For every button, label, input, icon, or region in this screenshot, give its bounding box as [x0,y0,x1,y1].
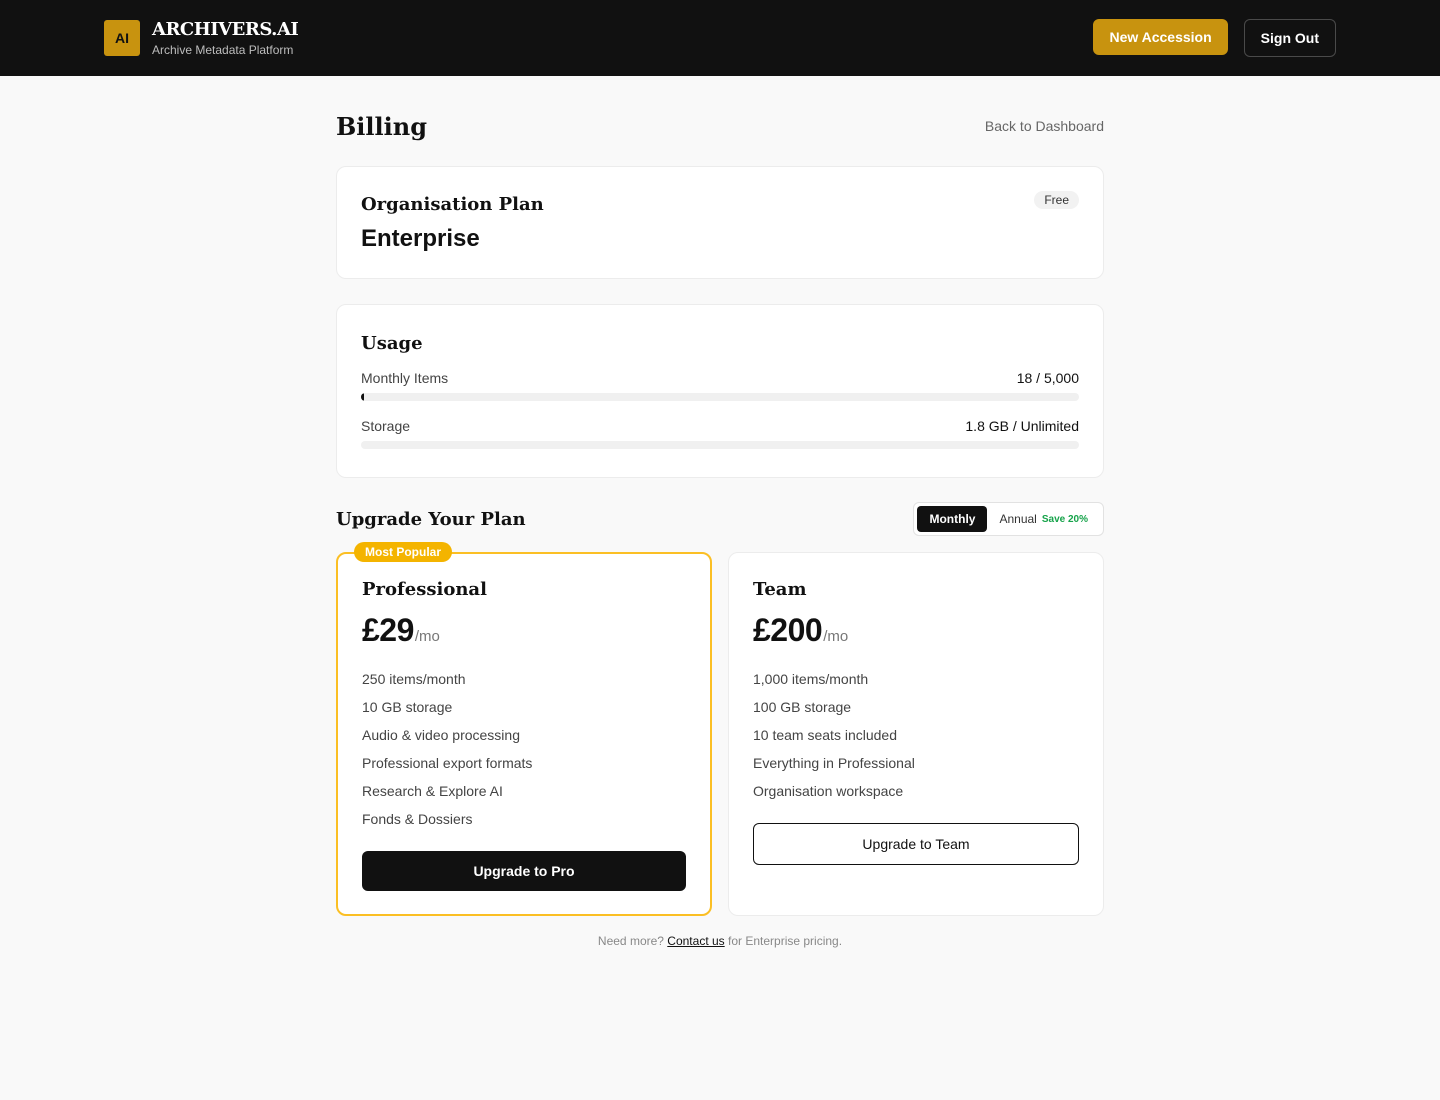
brand[interactable]: AI ARCHIVERS.AI Archive Metadata Platfor… [104,19,299,57]
upgrade-title: Upgrade Your Plan [336,508,526,530]
organisation-plan-card: Organisation Plan Enterprise Free [336,166,1104,279]
upgrade-to-pro-button[interactable]: Upgrade to Pro [362,851,686,891]
save-badge: Save 20% [1041,513,1088,525]
back-to-dashboard-link[interactable]: Back to Dashboard [985,118,1104,134]
monthly-items-progress-track [361,393,1079,401]
price-amount: £200 [753,612,823,648]
usage-value: 18 / 5,000 [1016,370,1079,386]
header-actions: New Accession Sign Out [1093,19,1336,57]
price-amount: £29 [362,612,414,648]
billing-main: Billing Back to Dashboard Organisation P… [336,76,1104,948]
feature-list: 250 items/month 10 GB storage Audio & vi… [362,665,686,833]
plan-price: £29 /mo [362,612,686,649]
contact-us-link[interactable]: Contact us [667,934,724,948]
feature-item: 1,000 items/month [753,671,869,687]
page-title: Billing [336,111,427,141]
plan-title: Team [753,579,807,600]
brand-subtitle: Archive Metadata Platform [152,43,294,57]
usage-card: Usage Monthly Items 18 / 5,000 Storage 1… [336,304,1104,478]
feature-list: 1,000 items/month 100 GB storage 10 team… [753,665,1079,805]
sign-out-button[interactable]: Sign Out [1243,19,1336,57]
usage-row-monthly-items: Monthly Items 18 / 5,000 [361,370,1079,386]
upgrade-to-team-button[interactable]: Upgrade to Team [753,823,1079,865]
billing-period-toggle: Monthly Annual Save 20% [913,502,1104,536]
feature-item: Audio & video processing [362,727,520,743]
usage-label: Storage [361,418,411,434]
brand-name: ARCHIVERS.AI [152,19,299,40]
feature-item: 10 GB storage [362,699,453,715]
usage-value: 1.8 GB / Unlimited [965,418,1079,434]
footnote-before: Need more? [597,934,668,948]
top-navbar: AI ARCHIVERS.AI Archive Metadata Platfor… [0,0,1440,76]
upgrade-header: Upgrade Your Plan Monthly Annual Save 20… [336,502,1104,536]
usage-label: Monthly Items [361,370,449,386]
feature-item: Professional export formats [362,755,533,771]
logo-icon: AI [104,20,140,56]
price-period: /mo [414,628,440,645]
plan-title: Professional [362,579,487,600]
plan-card-team: Team £200 /mo 1,000 items/month 100 GB s… [728,552,1104,916]
plan-label: Organisation Plan [361,194,544,215]
page-header: Billing Back to Dashboard [336,110,1104,142]
most-popular-badge: Most Popular [354,542,453,562]
toggle-annual-label: Annual [999,512,1037,526]
brand-text: ARCHIVERS.AI Archive Metadata Platform [152,19,299,57]
feature-item: Everything in Professional [753,755,915,771]
feature-item: 250 items/month [362,671,466,687]
new-accession-button[interactable]: New Accession [1093,19,1228,55]
monthly-items-progress-fill [361,393,364,401]
plan-name: Enterprise [361,225,480,252]
usage-title: Usage [361,333,423,354]
price-period: /mo [823,628,849,645]
toggle-monthly[interactable]: Monthly [917,506,988,532]
plan-status-badge: Free [1034,191,1079,209]
usage-row-storage: Storage 1.8 GB / Unlimited [361,418,1079,434]
storage-progress-track [361,441,1079,449]
toggle-annual[interactable]: Annual Save 20% [987,506,1100,532]
enterprise-footnote: Need more? Contact us for Enterprise pri… [336,934,1104,948]
feature-item: Research & Explore AI [362,783,503,799]
feature-item: 100 GB storage [753,699,852,715]
plan-card-professional: Most Popular Professional £29 /mo 250 it… [336,542,712,916]
feature-item: Organisation workspace [753,783,904,799]
feature-item: 10 team seats included [753,727,897,743]
plan-price: £200 /mo [753,612,1079,649]
plan-cards: Most Popular Professional £29 /mo 250 it… [336,542,1104,916]
feature-item: Fonds & Dossiers [362,811,473,827]
footnote-after: for Enterprise pricing. [724,934,843,948]
